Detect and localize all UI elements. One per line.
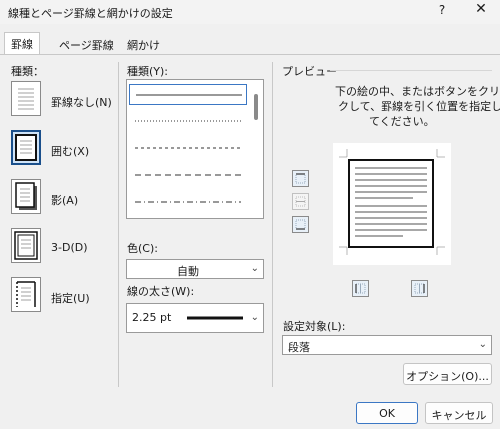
column-divider-left — [118, 62, 119, 387]
width-dropdown[interactable]: 2.25 pt ⌄ — [126, 303, 264, 333]
border-left-icon — [355, 283, 366, 294]
preview-header: プレビュー — [282, 65, 337, 78]
line-style-dotted-sample — [135, 120, 241, 122]
line-style-dashed[interactable] — [129, 138, 247, 159]
apply-to-value: 段落 — [288, 341, 310, 354]
border-right-button[interactable] — [411, 280, 428, 297]
apply-to-label: 設定対象(L): — [283, 320, 346, 333]
setting-3d-label[interactable]: 3-D(D) — [51, 241, 88, 254]
line-style-dash-dot-sample — [135, 201, 241, 203]
color-label: 色(C): — [127, 242, 158, 255]
border-inside-icon — [295, 196, 306, 207]
preview-instruction-line-3: てください。 — [369, 115, 435, 128]
width-label: 線の太さ(W): — [127, 285, 195, 298]
border-bottom-button[interactable] — [292, 216, 309, 233]
title-bar: 線種とページ罫線と網かけの設定 ? ✕ — [0, 0, 500, 24]
column-divider-right — [272, 62, 273, 387]
setting-none-thumbnail[interactable] — [11, 81, 41, 116]
setting-none-label[interactable]: 罫線なし(N) — [51, 94, 112, 110]
border-inside-button[interactable] — [292, 193, 309, 210]
border-left-button[interactable] — [352, 280, 369, 297]
border-top-button[interactable] — [292, 170, 309, 187]
tab-borders[interactable]: 罫線 — [4, 32, 40, 56]
line-style-solid-sample — [136, 94, 242, 96]
setting-3d-icon — [14, 231, 38, 260]
border-bottom-icon — [295, 219, 306, 230]
width-value: 2.25 pt — [132, 311, 172, 324]
setting-custom-icon — [16, 281, 36, 307]
line-style-solid[interactable] — [129, 84, 247, 105]
help-button[interactable]: ? — [433, 3, 451, 21]
color-dropdown[interactable]: 自動 ⌄ — [126, 259, 264, 279]
chevron-down-icon: ⌄ — [250, 312, 259, 323]
close-button[interactable]: ✕ — [470, 1, 492, 21]
style-header: 種類(Y): — [127, 65, 169, 78]
line-style-scrollbar[interactable] — [254, 94, 258, 120]
setting-shadow-thumbnail[interactable] — [11, 179, 41, 214]
setting-shadow-icon — [15, 182, 37, 210]
setting-3d-thumbnail[interactable] — [11, 228, 41, 263]
tab-bar: 罫線 ページ罫線 網かけ — [0, 32, 500, 56]
border-right-icon — [414, 283, 425, 294]
tab-shading[interactable]: 網かけ — [121, 34, 166, 55]
setting-custom-label[interactable]: 指定(U) — [51, 290, 90, 306]
chevron-down-icon: ⌄ — [478, 339, 487, 350]
preview-page — [339, 149, 445, 255]
dialog-title: 線種とページ罫線と網かけの設定 — [8, 7, 173, 20]
chevron-down-icon: ⌄ — [250, 263, 259, 274]
border-preview[interactable] — [333, 143, 451, 265]
apply-to-dropdown[interactable]: 段落 ⌄ — [282, 335, 492, 355]
cancel-button[interactable]: キャンセル — [425, 402, 493, 424]
line-style-list[interactable] — [126, 79, 264, 219]
tab-page-borders[interactable]: ページ罫線 — [53, 34, 120, 55]
setting-box-icon — [15, 134, 37, 161]
border-top-icon — [295, 173, 306, 184]
line-style-dash-dot[interactable] — [129, 192, 247, 213]
setting-header: 種類： — [11, 65, 44, 78]
line-style-dotted[interactable] — [129, 111, 247, 132]
setting-custom-thumbnail[interactable] — [11, 277, 41, 312]
options-button[interactable]: オプション(O)... — [403, 363, 492, 385]
line-style-long-dash-sample — [135, 174, 241, 176]
setting-box-thumbnail[interactable] — [11, 130, 41, 165]
width-sample-line — [187, 316, 243, 320]
ok-button[interactable]: OK — [356, 402, 418, 424]
setting-box-label[interactable]: 囲む(X) — [51, 143, 89, 159]
setting-none-icon — [18, 88, 34, 110]
line-style-dashed-sample — [135, 147, 241, 149]
setting-shadow-label[interactable]: 影(A) — [51, 192, 78, 208]
preview-instruction-line-2: クして、罫線を引く位置を指定し — [338, 100, 500, 113]
color-value: 自動 — [177, 265, 199, 278]
preview-instruction-line-1: 下の絵の中、またはボタンをクリッ — [335, 85, 500, 98]
preview-header-rule — [330, 70, 492, 71]
line-style-long-dash[interactable] — [129, 165, 247, 186]
